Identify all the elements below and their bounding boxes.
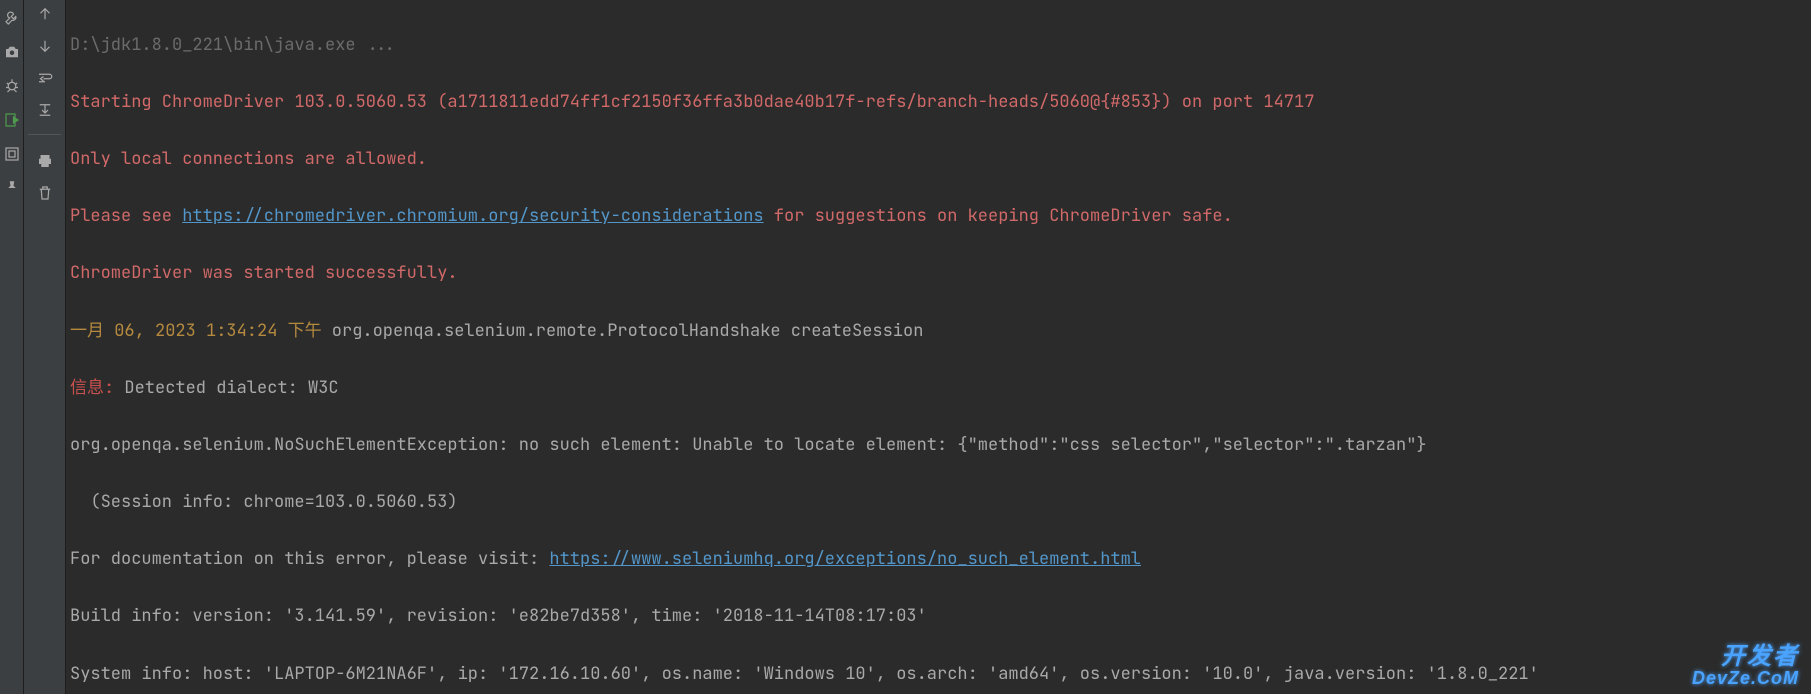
trash-icon[interactable]: [35, 183, 55, 203]
run-toolbar: [24, 0, 66, 694]
toolbar-separator: [28, 134, 61, 135]
console-line: Build info: version: '3.141.59', revisio…: [70, 602, 1811, 631]
arrow-down-icon[interactable]: [35, 36, 55, 56]
ide-left-strip: [0, 0, 24, 694]
console-line: 一月 06, 2023 1:34:24 下午 org.openqa.seleni…: [70, 317, 1811, 346]
print-icon[interactable]: [35, 151, 55, 171]
console-line: D:\jdk1.8.0_221\bin\java.exe ...: [70, 31, 1811, 60]
docs-link[interactable]: https://www.seleniumhq.org/exceptions/no…: [549, 548, 1141, 570]
console-line: System info: host: 'LAPTOP-6M21NA6F', ip…: [70, 660, 1811, 689]
console-line: Starting ChromeDriver 103.0.5060.53 (a17…: [70, 88, 1811, 117]
pin-icon[interactable]: [2, 178, 22, 198]
watermark: 开发者 DevZe.CoM: [1692, 644, 1799, 688]
arrow-up-icon[interactable]: [35, 4, 55, 24]
scroll-to-end-icon[interactable]: [35, 100, 55, 120]
console-line: (Session info: chrome=103.0.5060.53): [70, 488, 1811, 517]
console-output[interactable]: D:\jdk1.8.0_221\bin\java.exe ... Startin…: [66, 0, 1811, 694]
console-line: ChromeDriver was started successfully.: [70, 259, 1811, 288]
bug-icon[interactable]: [2, 76, 22, 96]
console-line: Only local connections are allowed.: [70, 145, 1811, 174]
console-line: org.openqa.selenium.NoSuchElementExcepti…: [70, 431, 1811, 460]
softwrap-icon[interactable]: [35, 68, 55, 88]
security-link[interactable]: https://chromedriver.chromium.org/securi…: [182, 205, 763, 227]
exclude-icon[interactable]: [2, 144, 22, 164]
console-line: For documentation on this error, please …: [70, 545, 1811, 574]
wrench-icon[interactable]: [2, 8, 22, 28]
console-line: 信息: Detected dialect: W3C: [70, 374, 1811, 403]
console-line: Please see https://chromedriver.chromium…: [70, 202, 1811, 231]
import-icon[interactable]: [2, 110, 22, 130]
camera-icon[interactable]: [2, 42, 22, 62]
